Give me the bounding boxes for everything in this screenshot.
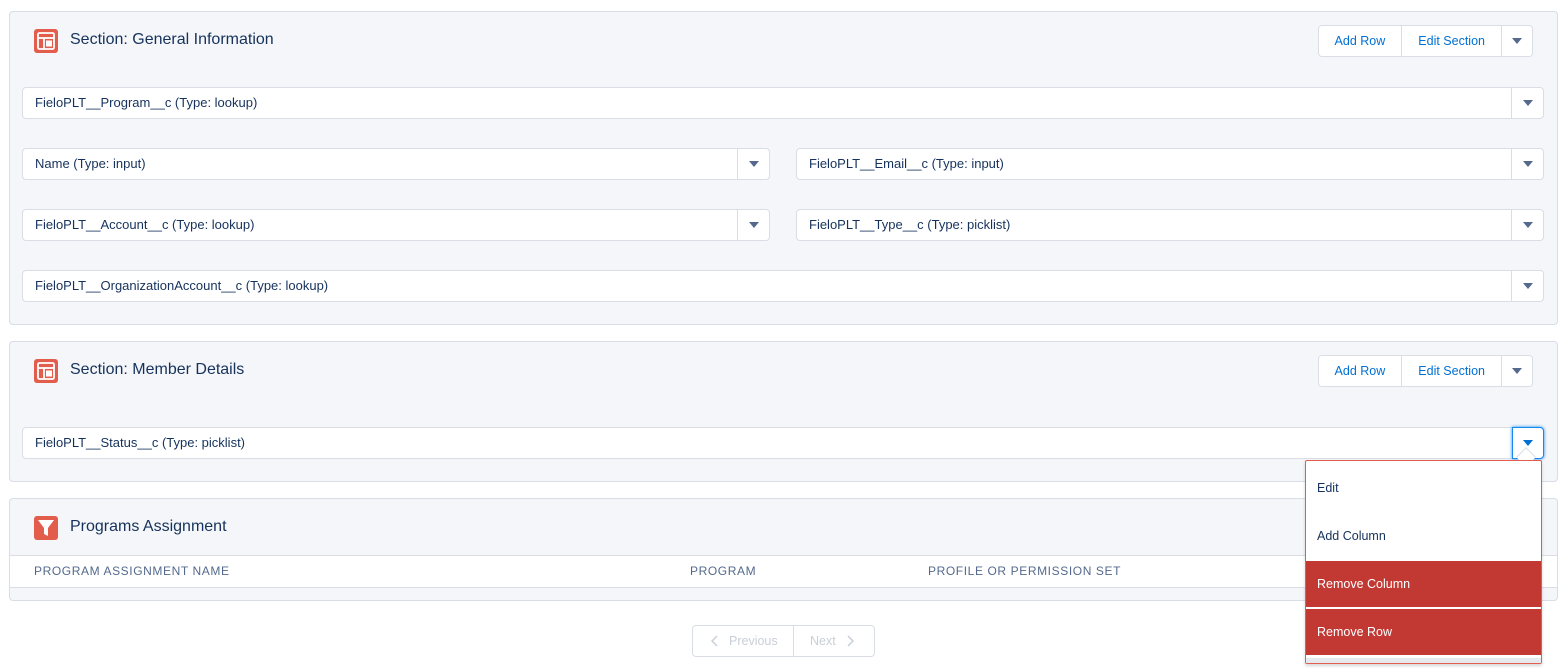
field-menu-button[interactable]: [1511, 271, 1543, 301]
previous-button[interactable]: Previous: [693, 626, 794, 656]
pagination: Previous Next: [692, 625, 875, 657]
layout-section-icon: [34, 359, 58, 383]
field-label: FieloPLT__Email__c (Type: input): [809, 156, 1004, 171]
section-title: Section: Member Details: [70, 361, 245, 378]
column-header[interactable]: PROGRAM: [690, 556, 756, 587]
field-menu-button[interactable]: [737, 149, 769, 179]
section-general-information: Section: General Information Add Row Edi…: [9, 11, 1558, 325]
caret-down-icon: [748, 222, 759, 228]
column-header[interactable]: PROGRAM ASSIGNMENT NAME: [34, 556, 230, 587]
field-email: FieloPLT__Email__c (Type: input): [796, 148, 1544, 180]
layout-section-icon: [34, 29, 58, 53]
field-program: FieloPLT__Program__c (Type: lookup): [22, 87, 1544, 119]
field-menu-button[interactable]: [1511, 88, 1543, 118]
field-name: Name (Type: input): [22, 148, 770, 180]
section-title: Section: General Information: [70, 31, 274, 48]
field-label: FieloPLT__OrganizationAccount__c (Type: …: [35, 278, 329, 293]
field-menu-button[interactable]: [737, 210, 769, 240]
menu-item-remove-row[interactable]: Remove Row: [1306, 609, 1541, 655]
edit-section-button[interactable]: Edit Section: [1402, 356, 1502, 386]
field-organization-account: FieloPLT__OrganizationAccount__c (Type: …: [22, 270, 1544, 302]
caret-down-icon: [1512, 38, 1522, 44]
menu-scroll-edge: [1306, 658, 1541, 663]
chevron-left-icon: [711, 635, 718, 647]
caret-down-icon: [1523, 440, 1533, 446]
section-menu-button[interactable]: [1502, 26, 1532, 56]
field-label: FieloPLT__Status__c (Type: picklist): [35, 435, 246, 450]
field-account: FieloPLT__Account__c (Type: lookup): [22, 209, 770, 241]
field-label: FieloPLT__Program__c (Type: lookup): [35, 95, 258, 110]
caret-down-icon: [1522, 283, 1533, 289]
caret-down-icon: [1522, 100, 1533, 106]
edit-section-button[interactable]: Edit Section: [1402, 26, 1502, 56]
field-type: FieloPLT__Type__c (Type: picklist): [796, 209, 1544, 241]
menu-item-remove-column[interactable]: Remove Column: [1306, 561, 1541, 607]
section-actions: Add Row Edit Section: [1317, 355, 1533, 387]
section-actions: Add Row Edit Section: [1317, 25, 1533, 57]
caret-down-icon: [1512, 368, 1522, 374]
caret-down-icon: [1522, 222, 1533, 228]
field-label: FieloPLT__Account__c (Type: lookup): [35, 217, 255, 232]
caret-down-icon: [1522, 161, 1533, 167]
next-button[interactable]: Next: [794, 626, 874, 656]
add-row-button[interactable]: Add Row: [1318, 356, 1403, 386]
previous-label: Previous: [729, 634, 778, 648]
field-action-menu: Edit Add Column Remove Column Remove Row: [1305, 460, 1542, 664]
field-menu-button[interactable]: [1511, 149, 1543, 179]
chevron-right-icon: [847, 635, 854, 647]
section-menu-button[interactable]: [1502, 356, 1532, 386]
column-header[interactable]: PROFILE OR PERMISSION SET: [928, 556, 1121, 587]
caret-down-icon: [748, 161, 759, 167]
next-label: Next: [810, 634, 836, 648]
field-status: FieloPLT__Status__c (Type: picklist): [22, 427, 1544, 459]
field-label: Name (Type: input): [35, 156, 146, 171]
filter-funnel-icon: [34, 516, 58, 540]
field-label: FieloPLT__Type__c (Type: picklist): [809, 217, 1011, 232]
card-title: Programs Assignment: [70, 518, 227, 535]
add-row-button[interactable]: Add Row: [1318, 26, 1403, 56]
menu-item-edit[interactable]: Edit: [1306, 465, 1541, 511]
menu-item-add-column[interactable]: Add Column: [1306, 513, 1541, 559]
field-menu-button[interactable]: [1511, 210, 1543, 240]
